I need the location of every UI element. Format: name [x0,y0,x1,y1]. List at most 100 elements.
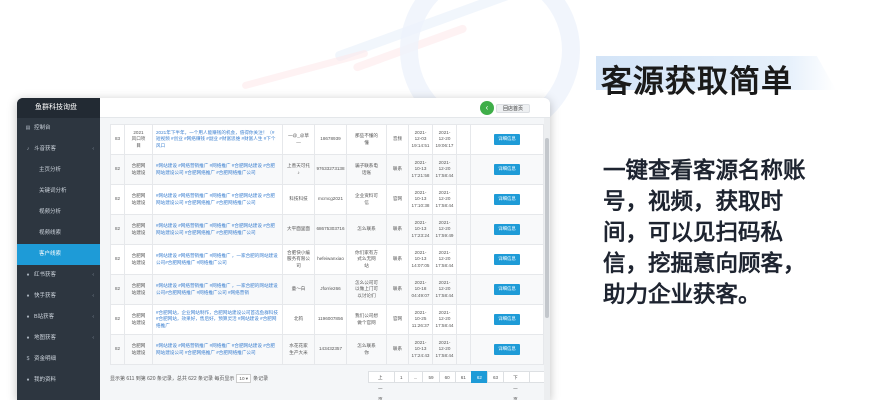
detail-button[interactable]: 详细信息 [494,284,520,295]
sidebar-item-label: 视频分析 [39,209,62,215]
cell-created: 2021- 10-13 17:23:24 [408,214,433,245]
promo-line: 号，视频，获取时 [603,189,784,215]
sidebar-item-label: 地图获客 [34,335,57,341]
sidebar-item[interactable]: 关键词分析 [17,181,100,202]
cell-blank [456,244,471,275]
cell-created: 2021- 10-13 14:07:05 [408,244,433,275]
sidebar-item-label: 资金明细 [34,356,57,362]
home-button[interactable]: 回店首页 [496,104,531,113]
sidebar-item[interactable]: ♪ 斗音获客 ‹ [17,139,100,160]
cell-created: 2021- 10-25 11:26:37 [408,304,433,335]
decor-stripe [241,49,369,90]
cell-action: 详细信息 [470,274,544,305]
cell-blank [456,214,471,245]
cell-fans: 那些不懂的 懂 [346,124,387,155]
page-button[interactable]: ... [407,371,424,383]
cell-created: 2021- 10-13 17:24:43 [408,334,433,365]
cell-created: 2021- 12-03 19:14:51 [408,124,433,155]
table-row: 82 合肥网 站建设 #网站建设 #网络营销推广 #网络推广 ，一家合肥的网站建设公… [110,244,544,275]
detail-button[interactable]: 详细信息 [494,254,520,265]
detail-button[interactable]: 详细信息 [494,344,520,355]
cell-action: 详细信息 [470,184,544,215]
table-footer: 显示第 611 到第 620 条记录，总共 622 条记录 每页显示 10 ▾ … [110,374,268,383]
sidebar-item-label: 红书获客 [34,272,57,278]
sidebar-item-label: 快手获客 [34,293,57,299]
page-button[interactable]: 61 [454,371,472,383]
sidebar-item-label: 斗音获客 [34,146,57,152]
cell-action: 详细信息 [470,334,544,365]
chevron-icon: ‹ [92,335,94,341]
scrollbar-thumb[interactable] [545,138,549,318]
detail-button[interactable]: 详细信息 [494,194,520,205]
page-button[interactable]: 1 [394,371,409,383]
cell-source: 联系 [386,274,409,305]
sidebar-item-label: 视频线索 [39,230,62,236]
cell-desc: #合肥网站，企业网站制作，合肥网站建设公司首选鱼群科技 #合肥网站，效果好，售后… [152,304,283,335]
cell-updated: 2021- 12-20 17:58:44 [432,304,457,335]
cell-action: 详细信息 [470,154,544,185]
sidebar-item[interactable]: ● 地图获客 ‹ [17,328,100,349]
cell-action: 详细信息 [470,304,544,335]
sidebar-item[interactable]: ● 快手获客 ‹ [17,286,100,307]
cell-created: 2021- 10-13 17:21:58 [408,154,433,185]
cell-id: 82 [110,334,125,365]
sidebar-item[interactable]: ● 红书获客 ‹ [17,265,100,286]
page-button[interactable]: 62 [470,371,488,383]
detail-button[interactable]: 详细信息 [494,164,520,175]
sidebar-item[interactable]: ● 我的资料 [17,370,100,391]
cell-id: 82 [110,154,125,185]
cell-source: 官网 [386,184,409,215]
cell-number: hefeiwanxiao [314,244,347,275]
cell-name: 合肥网 站建设 [124,214,153,245]
cell-account: 北钨 [282,304,315,335]
pagination: 上一页1...5960616263下一页跳转 [368,371,550,400]
cell-source: 官网 [386,304,409,335]
sidebar-item[interactable]: 主页分析 [17,160,100,181]
cell-desc: #网站建设 #网络营销推广 #网络推广 #合肥网站建设 #合肥网站建设公司 #合… [152,184,283,215]
detail-button[interactable]: 详细信息 [494,224,520,235]
cell-fans: 我们公司想 做个官网 [346,304,387,335]
page-button[interactable]: 63 [486,371,505,383]
cell-name: 合肥网 站建设 [124,274,153,305]
cell-fans: 你们家有方 式么无网 站 [346,244,387,275]
cell-name: 2021 风口项 目 [124,124,153,155]
sidebar-item-label: 控制台 [34,125,51,131]
cell-updated: 2021- 12-20 17:59:49 [432,214,457,245]
page-button[interactable]: 下一页 [503,371,531,400]
sidebar-item-label: 主页分析 [39,167,62,173]
cell-name: 合肥网 站建设 [124,184,153,215]
cell-number: mcmcg2021 [314,184,347,215]
cell-id: 82 [110,274,125,305]
dashboard-icon: ▤ [25,125,31,131]
sidebar-item[interactable]: 客户线索 [17,244,100,265]
home-icon[interactable]: ‹ [480,101,494,115]
page-button[interactable]: 59 [422,371,440,383]
cell-id: 82 [110,214,125,245]
map-icon: ● [26,335,30,341]
sidebar-item[interactable]: ● B站获客 ‹ [17,307,100,328]
cell-name: 合肥网 站建设 [124,154,153,185]
page-button[interactable]: 上一页 [368,371,396,400]
cell-fans: 骗子联系电 话账 [346,154,387,185]
table-row: 82 合肥网 站建设 #网站建设 #网络营销推广 #网络推广 ，一家合肥的网站建设公… [110,274,544,305]
page-button[interactable]: 60 [438,371,456,383]
sidebar-item[interactable]: $ 资金明细 [17,349,100,370]
cell-fans: 怎么联系 你 [346,334,387,365]
detail-button[interactable]: 详细信息 [494,134,520,145]
promo-headline: 客源获取简单 [601,64,793,100]
sidebar-item[interactable]: ▤ 控制台 [17,118,100,139]
page-size-select[interactable]: 10 ▾ [236,374,252,383]
cell-id: 83 [110,124,125,155]
cell-blank [456,184,471,215]
sidebar-item[interactable]: 视频分析 [17,202,100,223]
cell-blank [456,274,471,305]
cell-updated: 2021- 12-20 17:58:44 [432,244,457,275]
detail-button[interactable]: 详细信息 [494,314,520,325]
cell-account: 大平面里面 [282,214,315,245]
leads-table: 83 2021 风口项 目 2021年下半年，一个用人能赚钱的机会，值得你关注！（#… [110,124,544,365]
cell-id: 82 [110,304,125,335]
cell-updated: 2021- 12-20 17:58:44 [432,334,457,365]
page-size-value: 10 [239,376,245,381]
cell-desc: #网站建设 #网络营销推广 #网络推广 ，一家合肥的网站建设公司#合肥网络推广 … [152,244,283,275]
sidebar-item[interactable]: 视频线索 [17,223,100,244]
